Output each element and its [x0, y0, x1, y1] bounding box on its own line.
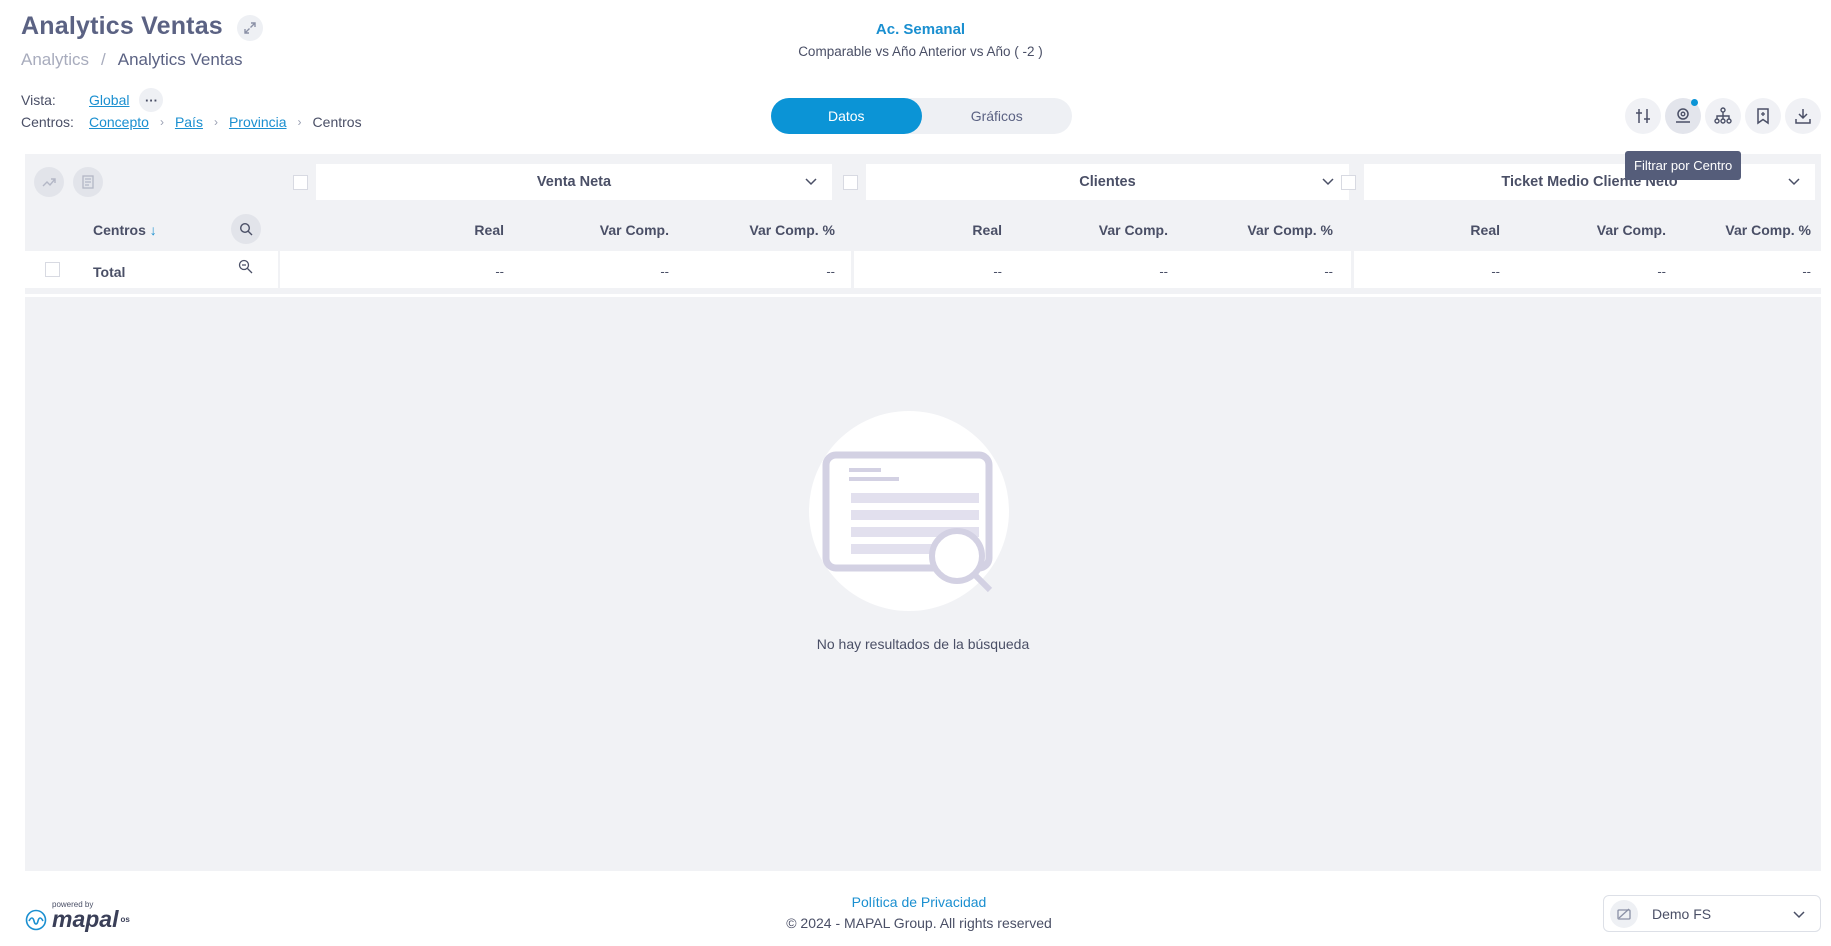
total-value: --: [826, 264, 835, 279]
chevron-down-icon: [1788, 178, 1800, 186]
copyright: © 2024 - MAPAL Group. All rights reserve…: [786, 915, 1052, 931]
total-value: --: [495, 264, 504, 279]
path-pais-link[interactable]: País: [175, 114, 203, 130]
metric-select-label: Clientes: [1079, 174, 1136, 190]
centros-path: Centros: Concepto › País › Provincia › C…: [21, 114, 362, 130]
data-panel: Venta Neta Clientes Ticket Medio Cliente…: [25, 154, 1831, 871]
bookmark-icon: [1757, 108, 1769, 125]
centros-label: Centros:: [21, 114, 74, 130]
period-title[interactable]: Ac. Semanal: [0, 21, 1831, 38]
period-subtitle: Comparable vs Año Anterior vs Año ( -2 ): [798, 44, 1043, 59]
path-concepto-link[interactable]: Concepto: [89, 114, 149, 130]
total-value: --: [1159, 264, 1168, 279]
filter-by-center-button[interactable]: [1665, 98, 1701, 134]
vista-global-link[interactable]: Global: [89, 92, 129, 108]
bookmark-button[interactable]: [1745, 98, 1781, 134]
privacy-policy-link: Política de Privacidad: [0, 894, 1831, 910]
centros-header-label: Centros: [93, 222, 146, 238]
chevron-down-icon: [1793, 911, 1805, 919]
chevron-right-icon: ›: [213, 115, 218, 129]
col-header-real[interactable]: Real: [972, 222, 1002, 238]
metric-select-clientes[interactable]: Clientes: [866, 164, 1349, 200]
total-row-cells: [854, 251, 1351, 288]
total-row-label: Total: [93, 264, 126, 280]
vista-row: Vista: Global ···: [21, 88, 164, 112]
metric-select-ticket-medio[interactable]: Ticket Medio Cliente Neto: [1364, 164, 1815, 200]
path-current: Centros: [312, 114, 362, 130]
zoom-out-icon[interactable]: [238, 259, 253, 274]
path-provincia-link[interactable]: Provincia: [229, 114, 287, 130]
period-info: Ac. Semanal Comparable vs Año Anterior v…: [0, 21, 1831, 59]
action-toolbar: [1621, 98, 1821, 134]
adjust-button[interactable]: [1625, 98, 1661, 134]
organization-select[interactable]: Demo FS: [1603, 895, 1821, 932]
tab-datos[interactable]: Datos: [771, 98, 922, 134]
hierarchy-button[interactable]: [1705, 98, 1741, 134]
col-header-var-comp-pct[interactable]: Var Comp. %: [1725, 222, 1811, 238]
total-value: --: [660, 264, 669, 279]
row-checkbox[interactable]: [45, 262, 60, 277]
privacy-policy-link-text[interactable]: Política de Privacidad: [852, 894, 987, 910]
search-icon: [239, 222, 253, 236]
centros-column-header[interactable]: Centros ↓: [93, 222, 157, 238]
sort-desc-icon: ↓: [149, 222, 157, 238]
metric-select-label: Venta Neta: [536, 174, 612, 190]
download-button[interactable]: [1785, 98, 1821, 134]
trend-icon: [42, 178, 56, 187]
report-button[interactable]: [73, 167, 103, 197]
col-header-real[interactable]: Real: [1470, 222, 1500, 238]
report-icon: [82, 175, 94, 189]
metric-checkbox[interactable]: [843, 175, 858, 190]
vista-more-button[interactable]: ···: [139, 88, 164, 112]
chevron-right-icon: ›: [159, 115, 164, 129]
hierarchy-icon: [1714, 107, 1732, 124]
total-value: --: [1657, 264, 1666, 279]
view-toggle: Datos Gráficos: [771, 98, 1072, 134]
no-results-document-icon: [822, 451, 993, 593]
organization-icon: [1610, 899, 1638, 928]
adjust-icon: [1636, 109, 1650, 123]
col-header-var-comp[interactable]: Var Comp.: [1597, 222, 1666, 238]
total-value: --: [1491, 264, 1500, 279]
total-value: --: [1324, 264, 1333, 279]
col-header-var-comp[interactable]: Var Comp.: [1099, 222, 1168, 238]
chevron-right-icon: ›: [297, 115, 302, 129]
download-icon: [1795, 109, 1811, 124]
trend-button[interactable]: [34, 167, 64, 197]
metric-checkbox[interactable]: [293, 175, 308, 190]
total-value: --: [1802, 264, 1811, 279]
total-value: --: [993, 264, 1002, 279]
chevron-down-icon: [805, 178, 817, 186]
organization-name: Demo FS: [1652, 905, 1712, 922]
empty-state-illustration: [809, 411, 1009, 611]
empty-state-message: No hay resultados de la búsqueda: [816, 636, 1030, 652]
location-filter-icon: [1676, 108, 1690, 123]
total-row-cells: [1354, 251, 1831, 288]
total-row-cells: [280, 251, 851, 288]
metric-select-venta-neta[interactable]: Venta Neta: [316, 164, 832, 200]
col-header-var-comp[interactable]: Var Comp.: [600, 222, 669, 238]
table-divider: [25, 294, 1821, 297]
active-filter-dot: [1691, 99, 1698, 106]
chevron-down-icon: [1322, 178, 1334, 186]
vista-label: Vista:: [21, 92, 56, 108]
col-header-var-comp-pct[interactable]: Var Comp. %: [1247, 222, 1333, 238]
search-centros-button[interactable]: [231, 214, 261, 244]
col-header-real[interactable]: Real: [474, 222, 504, 238]
metric-checkbox[interactable]: [1341, 175, 1356, 190]
filter-tooltip: Filtrar por Centro: [1625, 151, 1742, 180]
tab-graficos[interactable]: Gráficos: [922, 98, 1073, 134]
col-header-var-comp-pct[interactable]: Var Comp. %: [749, 222, 835, 238]
